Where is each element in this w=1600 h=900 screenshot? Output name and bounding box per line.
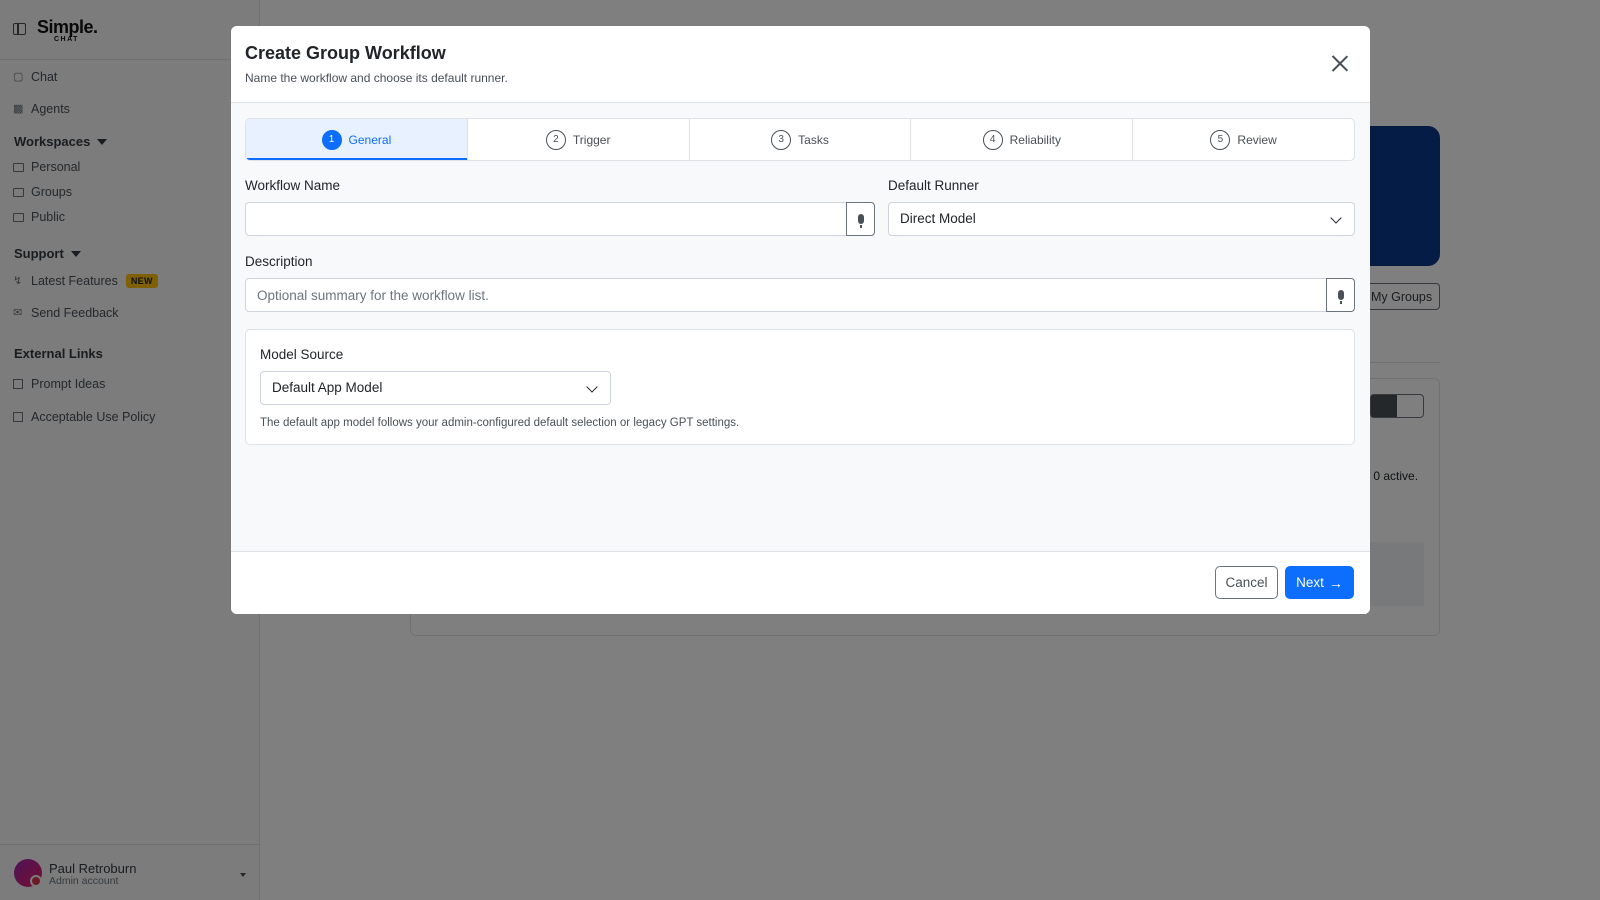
model-source-value: Default App Model [272,380,383,395]
microphone-icon [1337,290,1344,304]
default-runner-label: Default Runner [888,178,979,193]
chevron-down-icon [1330,212,1342,224]
close-icon[interactable] [1331,54,1349,72]
model-source-card: Model Source Default App Model The defau… [245,329,1355,445]
default-runner-select[interactable]: Direct Model [888,202,1355,236]
default-runner-value: Direct Model [900,211,976,226]
step-general[interactable]: 1 General [246,119,468,160]
description-mic-button[interactable] [1326,278,1355,312]
model-source-label: Model Source [260,347,344,362]
step-number: 3 [771,129,792,150]
step-tasks[interactable]: 3 Tasks [690,119,912,160]
description-input[interactable] [245,278,1327,312]
next-button[interactable]: Next → [1285,566,1354,599]
step-number: 5 [1210,129,1231,150]
step-label: Trigger [572,132,611,147]
step-reliability[interactable]: 4 Reliability [911,119,1134,160]
next-button-label: Next [1296,575,1324,590]
modal-subtitle: Name the workflow and choose its default… [245,71,508,85]
create-workflow-modal: Create Group Workflow Name the workflow … [231,26,1370,614]
step-trigger[interactable]: 2 Trigger [468,119,690,160]
description-label: Description [245,254,313,269]
wizard-steps: 1 General 2 Trigger 3 Tasks 4 Reliabilit… [245,118,1355,161]
chevron-down-icon [586,381,598,393]
workflow-name-input[interactable] [245,202,847,236]
step-label: General [348,132,392,147]
step-label: Reliability [1009,132,1061,147]
modal-header: Create Group Workflow Name the workflow … [231,26,1370,103]
cancel-button[interactable]: Cancel [1215,566,1278,599]
workflow-name-mic-button[interactable] [846,202,875,236]
arrow-right-icon: → [1328,574,1343,591]
step-number: 2 [545,129,566,150]
model-source-help-text: The default app model follows your admin… [260,417,740,429]
modal-title: Create Group Workflow [245,43,446,63]
step-number: 1 [321,129,342,150]
step-review[interactable]: 5 Review [1133,119,1354,160]
model-source-select[interactable]: Default App Model [260,371,611,405]
modal-footer: Cancel Next → [231,551,1370,614]
step-number: 4 [982,129,1003,150]
workflow-name-label: Workflow Name [245,178,341,193]
step-label: Tasks [798,132,829,147]
microphone-icon [857,214,864,228]
step-label: Review [1237,132,1277,147]
